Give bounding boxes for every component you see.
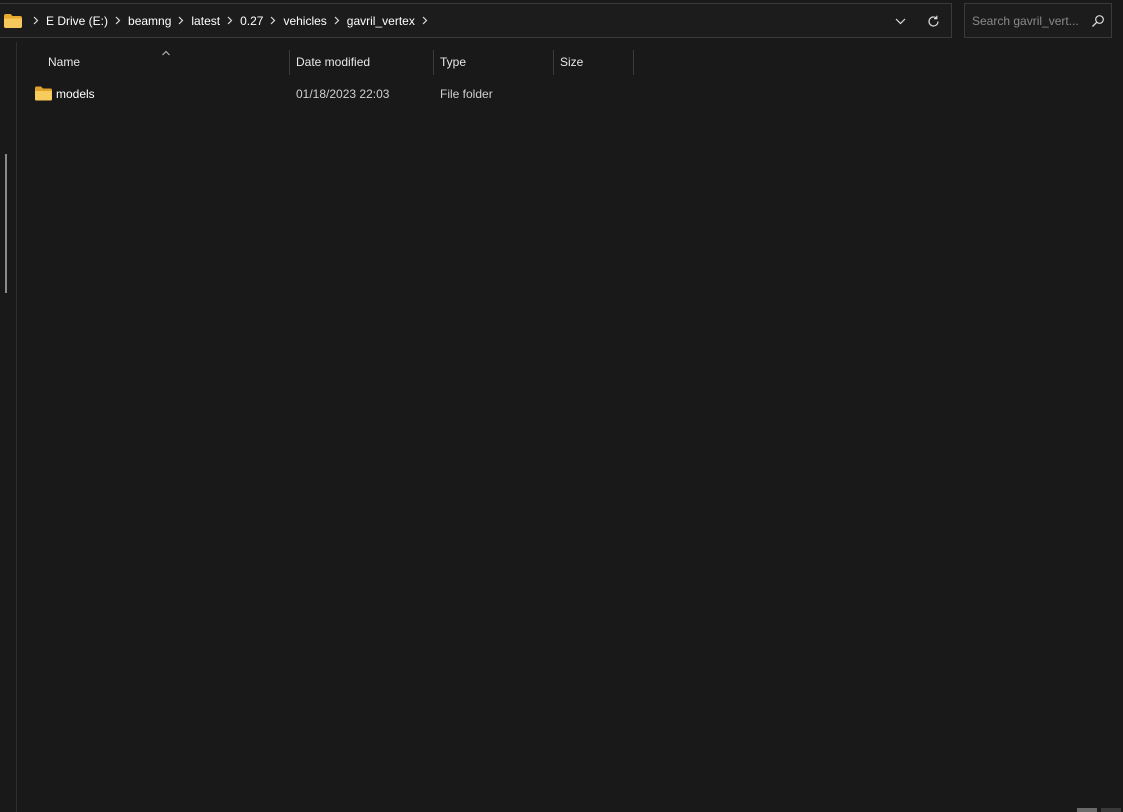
breadcrumb-item-gavril-vertex[interactable]: gavril_vertex <box>345 14 417 28</box>
refresh-icon[interactable] <box>924 12 942 30</box>
chevron-right-icon[interactable] <box>329 16 345 25</box>
search-box[interactable] <box>964 3 1112 38</box>
column-divider[interactable] <box>433 50 434 75</box>
chevron-right-icon[interactable] <box>28 16 44 25</box>
column-header-date-modified[interactable]: Date modified <box>296 48 431 76</box>
column-divider[interactable] <box>633 50 634 75</box>
navigation-bar: E Drive (E:) beamng latest 0.27 vehicles… <box>0 0 1123 42</box>
folder-icon[interactable] <box>4 13 22 28</box>
chevron-right-icon[interactable] <box>222 16 238 25</box>
details-view-button[interactable] <box>1077 808 1097 812</box>
column-header-size[interactable]: Size <box>560 48 630 76</box>
pane-divider[interactable] <box>16 42 17 812</box>
chevron-right-icon[interactable] <box>173 16 189 25</box>
breadcrumb: E Drive (E:) beamng latest 0.27 vehicles… <box>4 4 433 37</box>
file-date-modified: 01/18/2023 22:03 <box>296 87 390 101</box>
column-divider[interactable] <box>553 50 554 75</box>
column-header-name[interactable]: Name <box>48 48 288 76</box>
search-input[interactable] <box>972 13 1087 29</box>
breadcrumb-item-latest[interactable]: latest <box>189 14 222 28</box>
large-icons-view-button[interactable] <box>1101 808 1121 812</box>
breadcrumb-item-beamng[interactable]: beamng <box>126 14 173 28</box>
folder-icon <box>35 86 52 101</box>
column-header-type[interactable]: Type <box>440 48 550 76</box>
file-type: File folder <box>440 87 493 101</box>
chevron-down-icon[interactable] <box>891 12 909 30</box>
chevron-right-icon[interactable] <box>265 16 281 25</box>
search-icon[interactable] <box>1091 14 1105 28</box>
column-divider[interactable] <box>289 50 290 75</box>
column-header-row: Name Date modified Type Size <box>17 48 637 76</box>
breadcrumb-item-version[interactable]: 0.27 <box>238 14 265 28</box>
navigation-pane-scrollbar[interactable] <box>5 154 7 293</box>
file-name[interactable]: models <box>56 82 95 106</box>
chevron-right-icon[interactable] <box>110 16 126 25</box>
breadcrumb-item-vehicles[interactable]: vehicles <box>281 14 328 28</box>
file-row[interactable]: models 01/18/2023 22:03 File folder <box>17 82 637 106</box>
address-bar[interactable]: E Drive (E:) beamng latest 0.27 vehicles… <box>0 3 952 38</box>
breadcrumb-item-drive[interactable]: E Drive (E:) <box>44 14 110 28</box>
chevron-right-icon[interactable] <box>417 16 433 25</box>
